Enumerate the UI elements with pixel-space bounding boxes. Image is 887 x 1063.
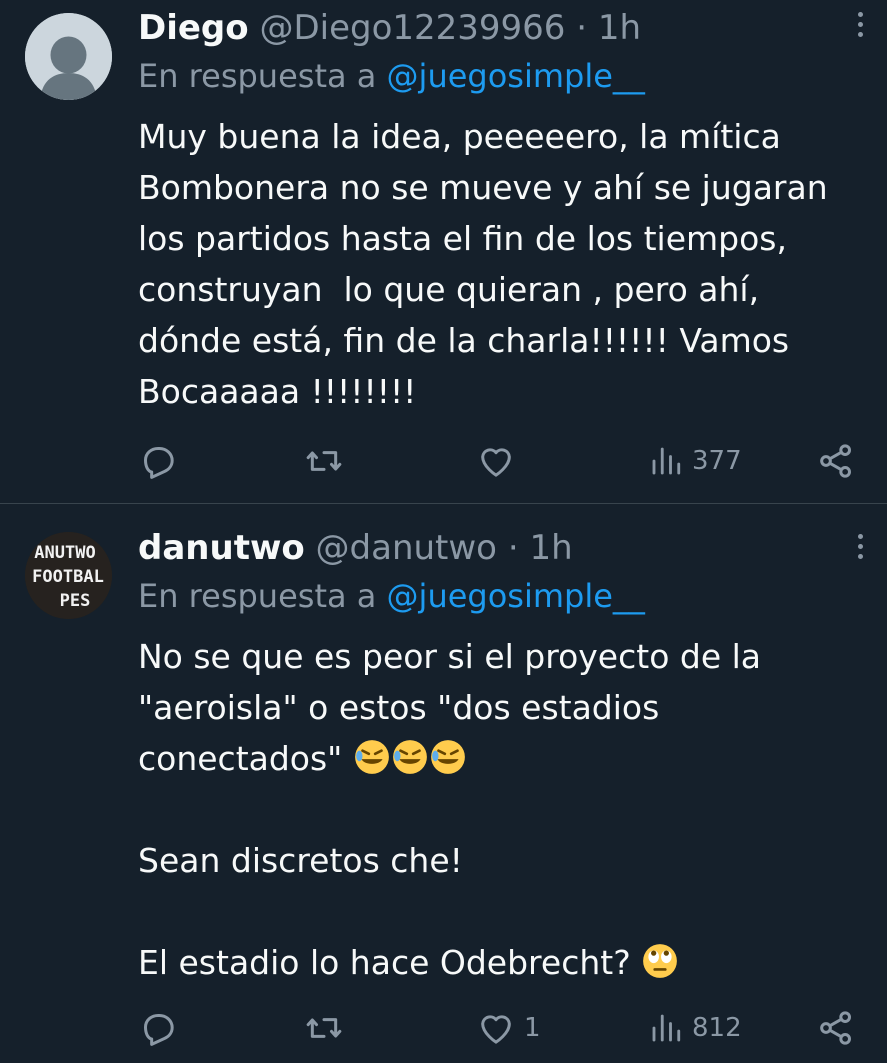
separator: ·	[576, 8, 588, 48]
timestamp[interactable]: 1h	[598, 8, 641, 48]
timestamp[interactable]: 1h	[529, 528, 572, 568]
tweet-header: danutwo @danutwo · 1h	[138, 528, 867, 568]
like-icon	[481, 1015, 511, 1044]
reply-prefix: En respuesta a	[138, 577, 377, 615]
more-icon	[857, 534, 863, 539]
avatar-diego[interactable]	[25, 13, 112, 100]
avatar-image: ANUTWO FOOTBAL PES	[25, 532, 112, 619]
rofl-emoji	[392, 740, 427, 774]
more-options-button[interactable]	[855, 534, 865, 559]
reply-context: En respuesta a @juegosimple__	[138, 576, 867, 616]
avatar-text-line2: FOOTBAL	[32, 567, 104, 587]
tweet-content: Diego @Diego12239966 · 1h En respuesta a…	[138, 8, 867, 417]
retweet-button[interactable]	[303, 1008, 345, 1048]
reply-mention-link[interactable]: @juegosimple__	[387, 577, 645, 615]
avatar-danutwo[interactable]: ANUTWO FOOTBAL PES	[25, 532, 112, 619]
share-icon	[820, 1011, 851, 1045]
reply-context: En respuesta a @juegosimple__	[138, 56, 867, 96]
tweet-actions: 1 812	[138, 1008, 857, 1048]
view-count: 377	[692, 446, 742, 476]
like-button[interactable]	[476, 441, 524, 481]
view-count: 812	[692, 1013, 742, 1043]
reply-button[interactable]	[138, 1008, 178, 1048]
reply-mention-link[interactable]: @juegosimple__	[387, 57, 645, 95]
like-button[interactable]: 1	[476, 1008, 541, 1048]
views-button[interactable]: 377	[648, 441, 742, 481]
retweet-icon	[306, 451, 342, 471]
display-name[interactable]: Diego	[138, 8, 249, 48]
reply-icon	[144, 447, 174, 479]
tweet-actions: 377	[138, 441, 857, 481]
share-button[interactable]	[816, 441, 856, 481]
more-icon	[857, 12, 863, 17]
like-icon	[481, 448, 511, 477]
tweet-text: Muy buena la idea, peeeeero, la mítica B…	[138, 117, 828, 411]
eye-roll-emoji	[643, 944, 678, 978]
rofl-emoji	[430, 740, 465, 774]
reply-icon	[144, 1014, 174, 1046]
reply-button[interactable]	[138, 441, 178, 481]
separator: ·	[507, 528, 519, 568]
tweet-header: Diego @Diego12239966 · 1h	[138, 8, 867, 48]
avatar-text-line3: PES	[60, 591, 91, 611]
retweet-icon	[306, 1018, 342, 1038]
tweet-danutwo[interactable]: ANUTWO FOOTBAL PES danutwo @danutwo · 1h…	[0, 504, 887, 1062]
share-icon	[820, 444, 851, 478]
tweet-content: danutwo @danutwo · 1h En respuesta a @ju…	[138, 528, 867, 988]
tweet-diego[interactable]: Diego @Diego12239966 · 1h En respuesta a…	[0, 0, 887, 504]
share-button[interactable]	[816, 1008, 856, 1048]
default-avatar-icon	[25, 13, 112, 100]
rofl-emoji	[354, 740, 389, 774]
reply-prefix: En respuesta a	[138, 57, 377, 95]
user-handle[interactable]: @Diego12239966	[259, 8, 565, 48]
display-name[interactable]: danutwo	[138, 528, 305, 568]
tweet-text-part2: Sean discretos che! El estadio lo hace O…	[138, 841, 631, 982]
views-icon	[652, 447, 681, 475]
retweet-button[interactable]	[303, 441, 345, 481]
views-button[interactable]: 812	[648, 1008, 742, 1048]
like-count: 1	[524, 1013, 541, 1043]
user-handle[interactable]: @danutwo	[316, 528, 497, 568]
more-options-button[interactable]	[855, 12, 865, 37]
tweet-text: No se que es peor si el proyecto de la "…	[138, 631, 867, 988]
avatar-text-line1: ANUTWO	[34, 543, 95, 563]
views-icon	[652, 1014, 681, 1042]
